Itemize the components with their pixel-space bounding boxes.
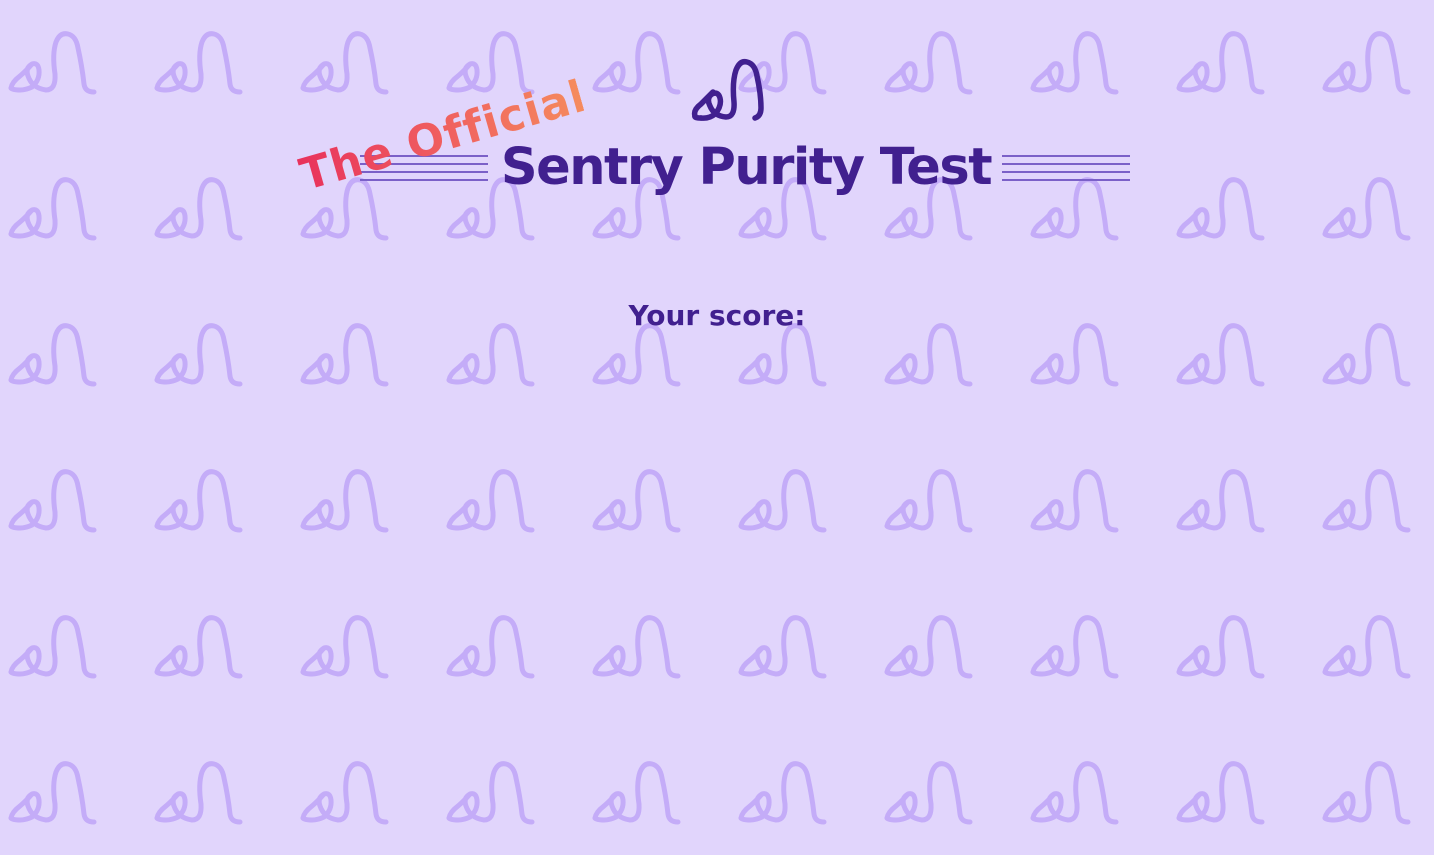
page-title: Sentry Purity Test bbox=[500, 138, 993, 197]
score-label: Your score: bbox=[628, 299, 806, 332]
title-decoration-right bbox=[1002, 155, 1130, 185]
sentry-logo-icon[interactable] bbox=[689, 56, 769, 122]
header: Sentry Purity Test The Official bbox=[0, 0, 1434, 260]
